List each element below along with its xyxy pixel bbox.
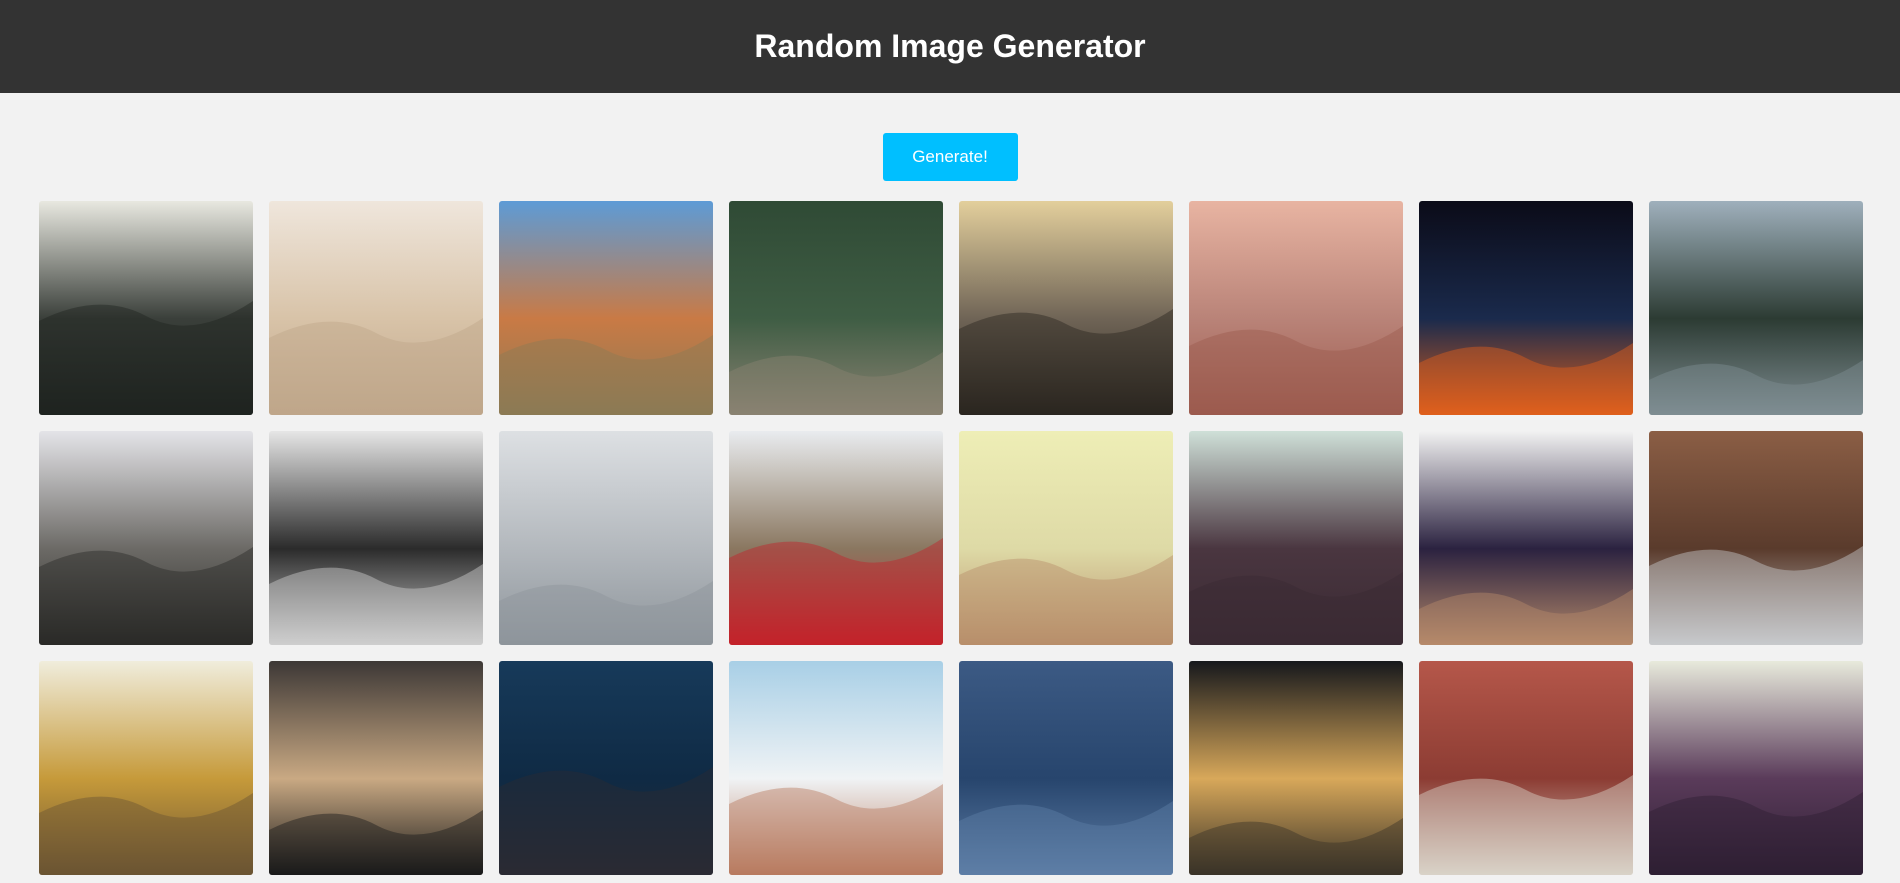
image-thumbnail <box>39 201 253 415</box>
image-tile[interactable] <box>1419 431 1633 645</box>
image-thumbnail <box>39 661 253 875</box>
image-thumbnail <box>959 431 1173 645</box>
image-tile[interactable] <box>499 431 713 645</box>
image-thumbnail <box>39 431 253 645</box>
image-thumbnail <box>499 431 713 645</box>
image-thumbnail <box>1189 661 1403 875</box>
image-grid <box>39 201 1863 875</box>
image-tile[interactable] <box>1649 661 1863 875</box>
image-tile[interactable] <box>269 201 483 415</box>
image-thumbnail <box>1419 661 1633 875</box>
image-tile[interactable] <box>39 201 253 415</box>
image-thumbnail <box>729 661 943 875</box>
image-thumbnail <box>269 431 483 645</box>
image-thumbnail <box>269 661 483 875</box>
image-thumbnail <box>499 661 713 875</box>
image-tile[interactable] <box>39 661 253 875</box>
image-tile[interactable] <box>1189 431 1403 645</box>
image-tile[interactable] <box>1649 431 1863 645</box>
image-thumbnail <box>959 661 1173 875</box>
image-tile[interactable] <box>729 431 943 645</box>
image-thumbnail <box>1649 431 1863 645</box>
image-tile[interactable] <box>39 431 253 645</box>
image-tile[interactable] <box>1189 201 1403 415</box>
image-tile[interactable] <box>499 201 713 415</box>
image-tile[interactable] <box>269 661 483 875</box>
image-thumbnail <box>1189 431 1403 645</box>
image-tile[interactable] <box>959 661 1173 875</box>
image-thumbnail <box>1649 661 1863 875</box>
image-thumbnail <box>269 201 483 415</box>
app-header: Random Image Generator <box>0 0 1900 93</box>
image-tile[interactable] <box>1189 661 1403 875</box>
image-tile[interactable] <box>729 661 943 875</box>
image-tile[interactable] <box>1649 201 1863 415</box>
controls-bar: Generate! <box>0 93 1900 201</box>
image-tile[interactable] <box>959 201 1173 415</box>
generate-button[interactable]: Generate! <box>882 133 1018 181</box>
image-thumbnail <box>1189 201 1403 415</box>
image-thumbnail <box>499 201 713 415</box>
image-thumbnail <box>959 201 1173 415</box>
page-title: Random Image Generator <box>754 28 1146 64</box>
image-tile[interactable] <box>269 431 483 645</box>
image-tile[interactable] <box>1419 201 1633 415</box>
image-tile[interactable] <box>499 661 713 875</box>
image-thumbnail <box>729 201 943 415</box>
image-thumbnail <box>1419 201 1633 415</box>
image-tile[interactable] <box>1419 661 1633 875</box>
image-thumbnail <box>729 431 943 645</box>
image-tile[interactable] <box>729 201 943 415</box>
image-thumbnail <box>1649 201 1863 415</box>
image-tile[interactable] <box>959 431 1173 645</box>
image-thumbnail <box>1419 431 1633 645</box>
